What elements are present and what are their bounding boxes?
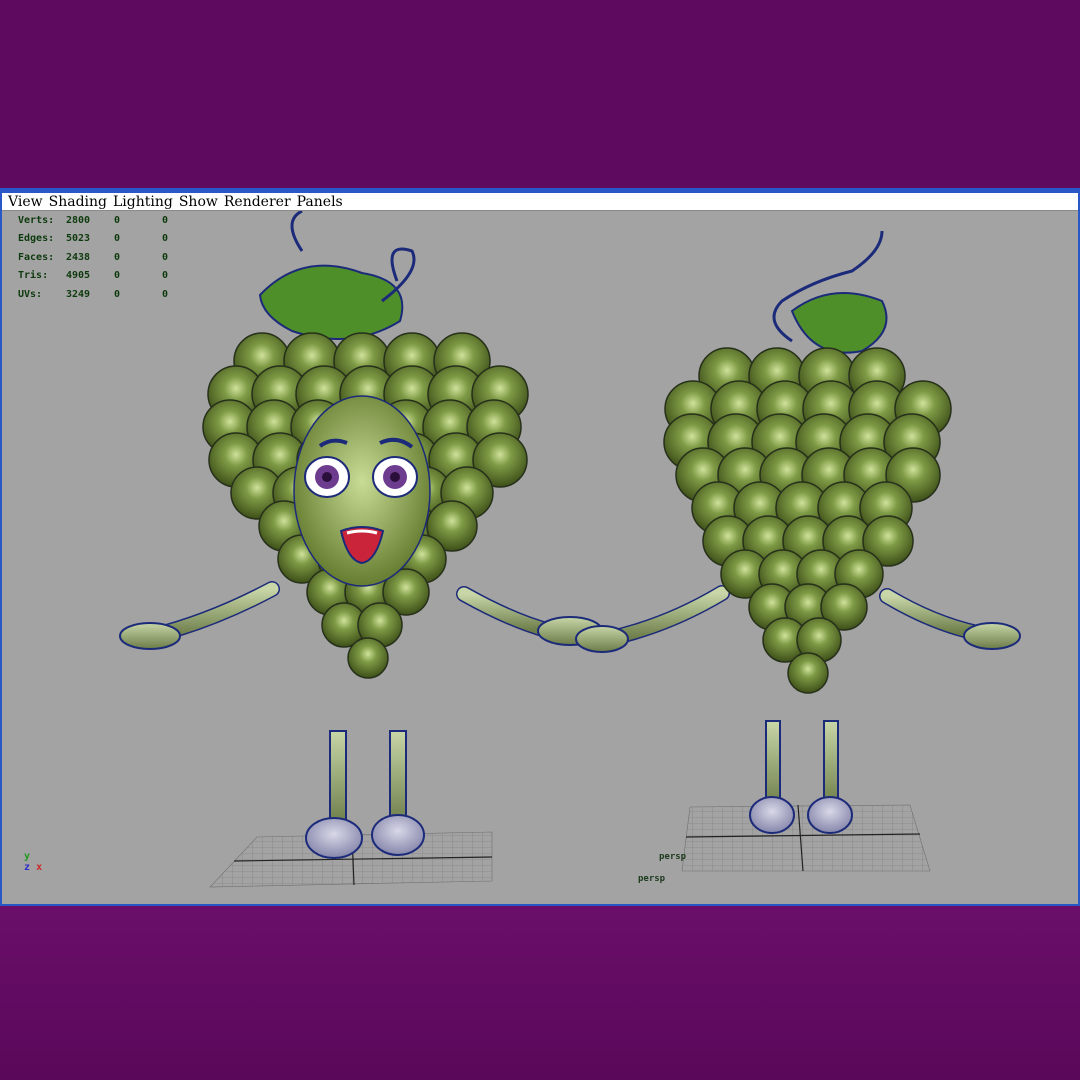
menu-lighting[interactable]: Lighting [113, 194, 173, 210]
axis-z-label: z [24, 862, 31, 873]
menu-show[interactable]: Show [179, 194, 218, 210]
grape-character-back [575, 230, 1021, 834]
poly-count-hud: Verts: 2800 0 0 Edges: 5023 0 0 Faces: 2… [18, 211, 202, 304]
hud-value: 0 [114, 288, 121, 300]
menu-panels[interactable]: Panels [297, 194, 343, 210]
hud-row-faces: Faces: 2438 0 0 [18, 248, 202, 267]
hud-row-edges: Edges: 5023 0 0 [18, 230, 202, 249]
grape-ball [787, 652, 829, 694]
scene-render [119, 211, 1021, 888]
hud-row-verts: Verts: 2800 0 0 [18, 211, 202, 230]
hud-value: 0 [162, 288, 169, 300]
hud-value: 0 [114, 251, 121, 263]
axis-x-label: x [36, 862, 43, 873]
hud-label: Faces: [18, 251, 55, 263]
hud-value: 2438 [66, 251, 91, 263]
grape-ball [347, 637, 389, 679]
hud-value: 3249 [66, 288, 91, 300]
ground-grid-right [681, 804, 931, 872]
top-purple-band [0, 0, 1080, 188]
maya-viewport-panel: View Shading Lighting Show Renderer Pane… [0, 188, 1080, 906]
axis-gizmo: y z x [24, 851, 42, 873]
hud-value: 0 [162, 270, 169, 282]
hud-value: 2800 [66, 214, 91, 226]
axis-y-label: y [24, 851, 31, 862]
camera-label-secondary: persp [659, 852, 687, 862]
hud-value: 0 [162, 233, 169, 245]
hud-value: 0 [114, 233, 121, 245]
hud-value: 0 [114, 270, 121, 282]
viewport-menubar: View Shading Lighting Show Renderer Pane… [2, 193, 1078, 211]
hud-label: UVs: [18, 288, 43, 300]
bottom-purple-band [0, 906, 1080, 1080]
hud-value: 4905 [66, 270, 91, 282]
hud-value: 0 [114, 214, 121, 226]
hud-row-uvs: UVs: 3249 0 0 [18, 285, 202, 304]
menu-shading[interactable]: Shading [49, 194, 107, 210]
3d-viewport[interactable]: Verts: 2800 0 0 Edges: 5023 0 0 Faces: 2… [2, 211, 1078, 904]
camera-label-primary: persp [638, 874, 666, 884]
hud-label: Tris: [18, 270, 49, 282]
hud-value: 5023 [66, 233, 91, 245]
menu-view[interactable]: View [8, 194, 43, 210]
hud-row-tris: Tris: 4905 0 0 [18, 267, 202, 286]
hud-value: 0 [162, 251, 169, 263]
menu-renderer[interactable]: Renderer [224, 194, 291, 210]
hud-label: Verts: [18, 214, 55, 226]
grape-character-front [119, 211, 603, 859]
hud-label: Edges: [18, 233, 55, 245]
hud-value: 0 [162, 214, 169, 226]
